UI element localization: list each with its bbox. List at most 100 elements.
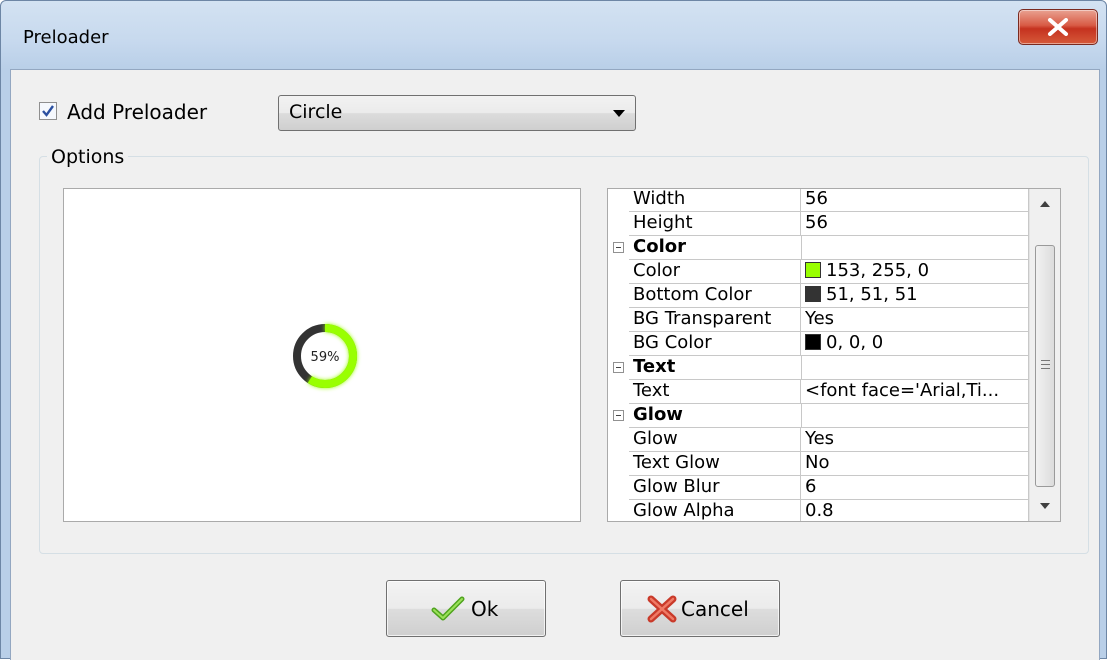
- scroll-up-arrow-icon: [1040, 201, 1050, 207]
- property-value[interactable]: 0.8: [801, 500, 1029, 521]
- property-value[interactable]: 56: [801, 188, 1029, 212]
- row-gutter: [608, 428, 629, 452]
- property-value-text: <font face='Arial,Ti...: [805, 380, 1000, 401]
- property-name: Glow Alpha: [629, 500, 801, 521]
- row-gutter: [608, 500, 629, 521]
- property-value-text: 6: [805, 476, 817, 497]
- property-name: Text Glow: [629, 452, 801, 476]
- property-name: Glow: [629, 428, 801, 452]
- property-row[interactable]: BG Transparent Yes: [608, 308, 1029, 332]
- collapse-icon[interactable]: [613, 362, 624, 373]
- row-gutter: [608, 260, 629, 284]
- property-value-text: 0, 0, 0: [826, 332, 884, 353]
- property-row[interactable]: Bottom Color 51, 51, 51: [608, 284, 1029, 308]
- property-value-text: No: [805, 452, 830, 473]
- color-swatch: [805, 286, 821, 302]
- row-gutter: [608, 452, 629, 476]
- collapse-icon[interactable]: [613, 410, 624, 421]
- row-gutter: [608, 332, 629, 356]
- ok-button[interactable]: Ok: [386, 580, 546, 637]
- row-gutter: [608, 404, 629, 428]
- close-icon: [1048, 18, 1068, 36]
- row-gutter: [608, 236, 629, 260]
- property-category-label: Color: [629, 236, 801, 260]
- title-bar[interactable]: Preloader: [1, 1, 1106, 69]
- property-row[interactable]: Width 56: [608, 188, 1029, 212]
- cancel-x-icon: [647, 595, 677, 623]
- row-gutter: [608, 356, 629, 380]
- property-row[interactable]: Height 56: [608, 212, 1029, 236]
- property-value[interactable]: Yes: [801, 308, 1029, 332]
- property-category-label: Glow: [629, 404, 801, 428]
- color-swatch: [805, 334, 821, 350]
- preloader-type-value: Circle: [289, 101, 343, 123]
- grip-line: [1041, 368, 1050, 369]
- grip-line: [1041, 360, 1050, 361]
- close-button[interactable]: [1018, 9, 1098, 45]
- property-value[interactable]: <font face='Arial,Ti...: [801, 380, 1029, 404]
- scroll-down-button[interactable]: [1030, 493, 1060, 521]
- property-value-text: 56: [805, 188, 828, 209]
- scroll-up-button[interactable]: [1030, 189, 1060, 217]
- preloader-type-select[interactable]: Circle: [278, 95, 636, 131]
- property-value[interactable]: Yes: [801, 428, 1029, 452]
- property-name: BG Color: [629, 332, 801, 356]
- row-gutter: [608, 308, 629, 332]
- preloader-preview: 59%: [63, 188, 581, 522]
- row-gutter: [608, 189, 629, 212]
- collapse-icon[interactable]: [613, 242, 624, 253]
- progress-percent-text: 59%: [311, 350, 340, 365]
- scroll-thumb[interactable]: [1035, 245, 1055, 487]
- property-row[interactable]: BG Color 0, 0, 0: [608, 332, 1029, 356]
- checkmark-icon: [431, 596, 465, 621]
- window-title: Preloader: [23, 27, 109, 48]
- color-swatch: [805, 262, 821, 278]
- property-value[interactable]: 56: [801, 212, 1029, 236]
- property-category-label: Text: [629, 356, 801, 380]
- property-value[interactable]: 51, 51, 51: [801, 284, 1029, 308]
- options-group-label: Options: [47, 146, 129, 168]
- cancel-button[interactable]: Cancel: [620, 580, 780, 637]
- property-value-text: Yes: [805, 308, 835, 329]
- property-name: Bottom Color: [629, 284, 801, 308]
- property-value[interactable]: 153, 255, 0: [801, 260, 1029, 284]
- property-name: Text: [629, 380, 801, 404]
- property-value-text: 51, 51, 51: [826, 284, 918, 305]
- checkmark-icon: [42, 105, 54, 117]
- property-value-text: 153, 255, 0: [826, 260, 930, 281]
- property-name: Glow Blur: [629, 476, 801, 500]
- row-gutter: [608, 380, 629, 404]
- cancel-button-label: Cancel: [681, 597, 749, 621]
- property-value-text: 0.8: [805, 500, 834, 521]
- property-value-text: Yes: [805, 428, 835, 449]
- circle-preloader: 59%: [293, 324, 357, 388]
- property-grid-scrollbar[interactable]: [1029, 189, 1060, 521]
- property-name: Width: [629, 189, 801, 212]
- scroll-down-arrow-icon: [1040, 503, 1050, 509]
- add-preloader-label[interactable]: Add Preloader: [67, 100, 207, 124]
- dropdown-arrow-icon: [613, 110, 625, 117]
- row-gutter: [608, 212, 629, 236]
- property-value[interactable]: No: [801, 452, 1029, 476]
- property-row[interactable]: Color 153, 255, 0: [608, 260, 1029, 284]
- property-value: [801, 236, 1029, 260]
- property-category-row[interactable]: Color: [608, 236, 1029, 260]
- ok-button-label: Ok: [471, 597, 499, 621]
- add-preloader-checkbox[interactable]: [39, 102, 57, 120]
- property-value: [801, 404, 1029, 428]
- property-row[interactable]: Glow Yes: [608, 428, 1029, 452]
- property-value[interactable]: 6: [801, 476, 1029, 500]
- row-gutter: [608, 476, 629, 500]
- property-row[interactable]: Text <font face='Arial,Ti...: [608, 380, 1029, 404]
- property-name: BG Transparent: [629, 308, 801, 332]
- property-name: Height: [629, 212, 801, 236]
- preloader-dialog: Preloader Add Preloader Circle Options 5…: [0, 0, 1107, 660]
- property-grid[interactable]: Width 56 Height 56 Color Color 153, 255, 0 Bott…: [607, 188, 1061, 522]
- property-value: [801, 356, 1029, 380]
- property-category-row[interactable]: Text: [608, 356, 1029, 380]
- property-category-row[interactable]: Glow: [608, 404, 1029, 428]
- property-value[interactable]: 0, 0, 0: [801, 332, 1029, 356]
- property-row[interactable]: Glow Blur 6: [608, 476, 1029, 500]
- property-row[interactable]: Glow Alpha 0.8: [608, 500, 1029, 521]
- property-row[interactable]: Text Glow No: [608, 452, 1029, 476]
